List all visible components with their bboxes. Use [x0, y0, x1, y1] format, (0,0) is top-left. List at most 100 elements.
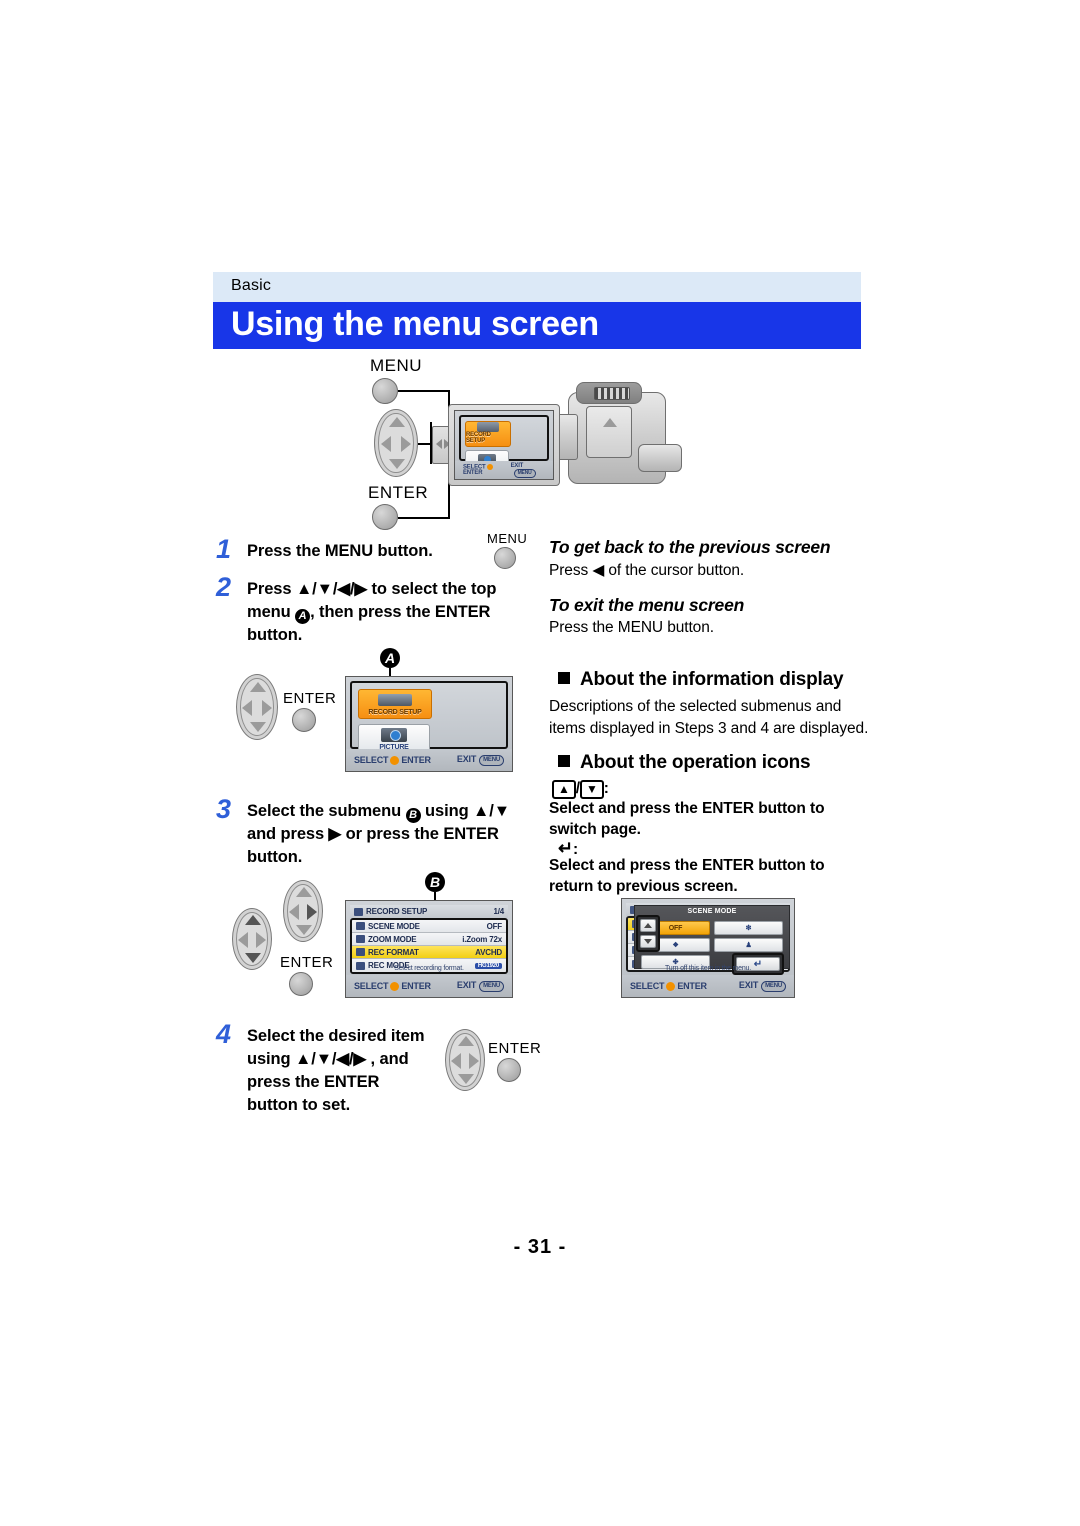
menu-tile-record-setup[interactable]: RECORD SETUP [358, 689, 432, 719]
select-dot-icon [487, 463, 494, 470]
submenu-help-text: Select recording format. [394, 965, 464, 972]
scene-mode-icon [356, 922, 365, 931]
lcd-footer: SELECTENTER EXITMENU [455, 461, 553, 479]
step-3-enter-label: ENTER [280, 954, 334, 971]
submenu-row-rec-format[interactable]: REC FORMAT AVCHD [352, 946, 506, 959]
footer-select-enter: SELECT ENTER [630, 980, 707, 992]
step-2-line-2: menu A, then press the ENTER [247, 603, 491, 624]
lcd-footer-exit: EXITMENU [511, 463, 545, 478]
submenu-row-label: ZOOM MODE [368, 934, 417, 944]
step-3-line-2: and press ▶ or press the ENTER [247, 825, 499, 843]
submenu-row-label: SCENE MODE [368, 921, 420, 931]
record-setup-icon [354, 907, 363, 916]
top-menu-screen: RECORD SETUP PICTURE 🔧 SETUP SELECTENTER… [345, 676, 513, 772]
camcorder-icon [477, 422, 499, 432]
triangle-up-icon [644, 923, 652, 928]
submenu-page-indicator: 1/4 [493, 907, 504, 916]
cursor-button-dpad[interactable] [445, 1029, 485, 1091]
scene-option-5[interactable]: ♟ [714, 938, 783, 952]
note-2-body: Press the MENU button. [549, 619, 714, 636]
menu-button-label: MENU [370, 356, 423, 375]
submenu-row-zoom-mode[interactable]: ZOOM MODE i.Zoom 72x [352, 933, 506, 946]
callout-a-inline: A [295, 609, 311, 624]
camcorder-lcd-screen: RECORD SETUP PICTURE 🔧 SETUP [454, 410, 554, 480]
step-4-number: 4 [216, 1019, 232, 1049]
camcorder-icon [378, 690, 412, 709]
page-down-button[interactable] [640, 935, 656, 948]
footer-select-enter: SELECT ENTER [354, 980, 431, 992]
step-2-text: Press ▲/▼/◀/▶ to select the top menu A, … [247, 578, 519, 647]
section-1-heading: About the information display [558, 669, 844, 691]
section-2-heading: About the operation icons [558, 752, 811, 774]
scene-mode-help-text: Turn off this item in the menu. [664, 965, 751, 972]
rec-format-icon [356, 948, 365, 957]
submenu-screen: RECORD SETUP 1/4 SCENE MODE OFF ZOOM MOD… [345, 900, 513, 998]
zoom-mode-icon [356, 935, 365, 944]
camcorder-diagram: MENU ENTER RECORD SETUP SELECTENTER EXIT… [362, 356, 702, 536]
scene-mode-screen: RECORD SETUP 1/4 SCENE MODE OFF ZOOM MOD… [621, 898, 795, 998]
leader-line [398, 517, 450, 519]
leader-line [398, 390, 450, 392]
step-2-number: 2 [216, 572, 232, 602]
camera-icon [381, 725, 407, 744]
enter-button-icon [292, 708, 316, 732]
menu-chip: MENU [479, 980, 504, 992]
battery-release-triangle [603, 418, 617, 427]
callout-b: B [425, 872, 445, 892]
step-2-line-1: Press ▲/▼/◀/▶ to select the top [247, 580, 497, 598]
manual-page: Basic Using the menu screen MENU ENTER R… [0, 0, 1080, 1526]
step-3-line-1: Select the submenu B using ▲/▼ [247, 802, 510, 823]
lcd-tile-record-setup[interactable]: RECORD SETUP [465, 421, 511, 447]
submenu-row-value: OFF [486, 921, 503, 931]
step-2-line-3: button. [247, 626, 303, 644]
enter-button-label: ENTER [368, 483, 429, 502]
footer-exit: EXIT MENU [739, 980, 786, 992]
page-title: Using the menu screen [231, 305, 599, 343]
camcorder-grip [638, 444, 682, 472]
operation-icon-desc-1: Select and press the ENTER button to swi… [549, 800, 825, 838]
page-switch-buttons[interactable] [636, 915, 660, 952]
camcorder-battery [586, 406, 632, 458]
page-up-button[interactable] [640, 919, 656, 932]
cursor-button-dpad-updown[interactable] [232, 908, 272, 970]
note-2-heading: To exit the menu screen [549, 595, 745, 615]
callout-b-inline: B [405, 808, 421, 823]
footer-exit: EXIT MENU [457, 754, 504, 766]
camcorder-zoom-lever [594, 387, 630, 400]
step-2-enter-label: ENTER [283, 690, 337, 707]
step-1-menu-label: MENU [487, 531, 528, 546]
step-3-text: Select the submenu B using ▲/▼ and press… [247, 800, 527, 869]
page-title-bar: Using the menu screen [213, 302, 861, 349]
step-3-number: 3 [216, 794, 232, 824]
section-kicker-text: Basic [231, 277, 272, 294]
menu-button-icon [372, 378, 398, 404]
cursor-button-dpad[interactable] [236, 674, 278, 740]
enter-button-icon [289, 972, 313, 996]
select-dot-icon [666, 982, 676, 992]
scene-mode-footer: SELECT ENTER EXIT MENU [622, 975, 794, 997]
menu-tile-label: RECORD SETUP [368, 709, 422, 716]
menu-chip: MENU [479, 754, 504, 766]
enter-button-icon [497, 1058, 521, 1082]
operation-icon-line-1: ▲ / ▼: [552, 778, 609, 799]
scene-option-4[interactable]: ❇ [714, 921, 783, 935]
submenu-row-value: i.Zoom 72x [462, 934, 502, 944]
submenu-row-value: AVCHD [475, 947, 502, 957]
select-dot-icon [390, 982, 400, 992]
top-menu-footer: SELECT ENTER EXIT MENU [346, 749, 512, 771]
lcd-footer-select: SELECTENTER [463, 463, 511, 476]
lcd-tile-setup[interactable]: 🔧 SETUP [514, 479, 543, 480]
cursor-button-dpad-right[interactable] [283, 880, 323, 942]
triangle-down-icon [644, 939, 652, 944]
footer-select-enter: SELECT ENTER [354, 754, 431, 766]
submenu-footer: SELECT ENTER EXIT MENU [346, 975, 512, 997]
step-4-enter-label: ENTER [488, 1040, 542, 1057]
submenu-row-label: REC FORMAT [368, 947, 419, 957]
page-number: - 31 - [513, 1236, 567, 1258]
menu-chip: MENU [513, 468, 536, 478]
cursor-button-dpad[interactable] [374, 409, 418, 477]
submenu-row-scene-mode[interactable]: SCENE MODE OFF [352, 920, 506, 933]
top-menu-tile-grid: RECORD SETUP PICTURE 🔧 SETUP [350, 681, 508, 771]
step-1-text: Press the MENU button. [247, 542, 433, 560]
submenu-title-bar: RECORD SETUP 1/4 [350, 905, 508, 918]
